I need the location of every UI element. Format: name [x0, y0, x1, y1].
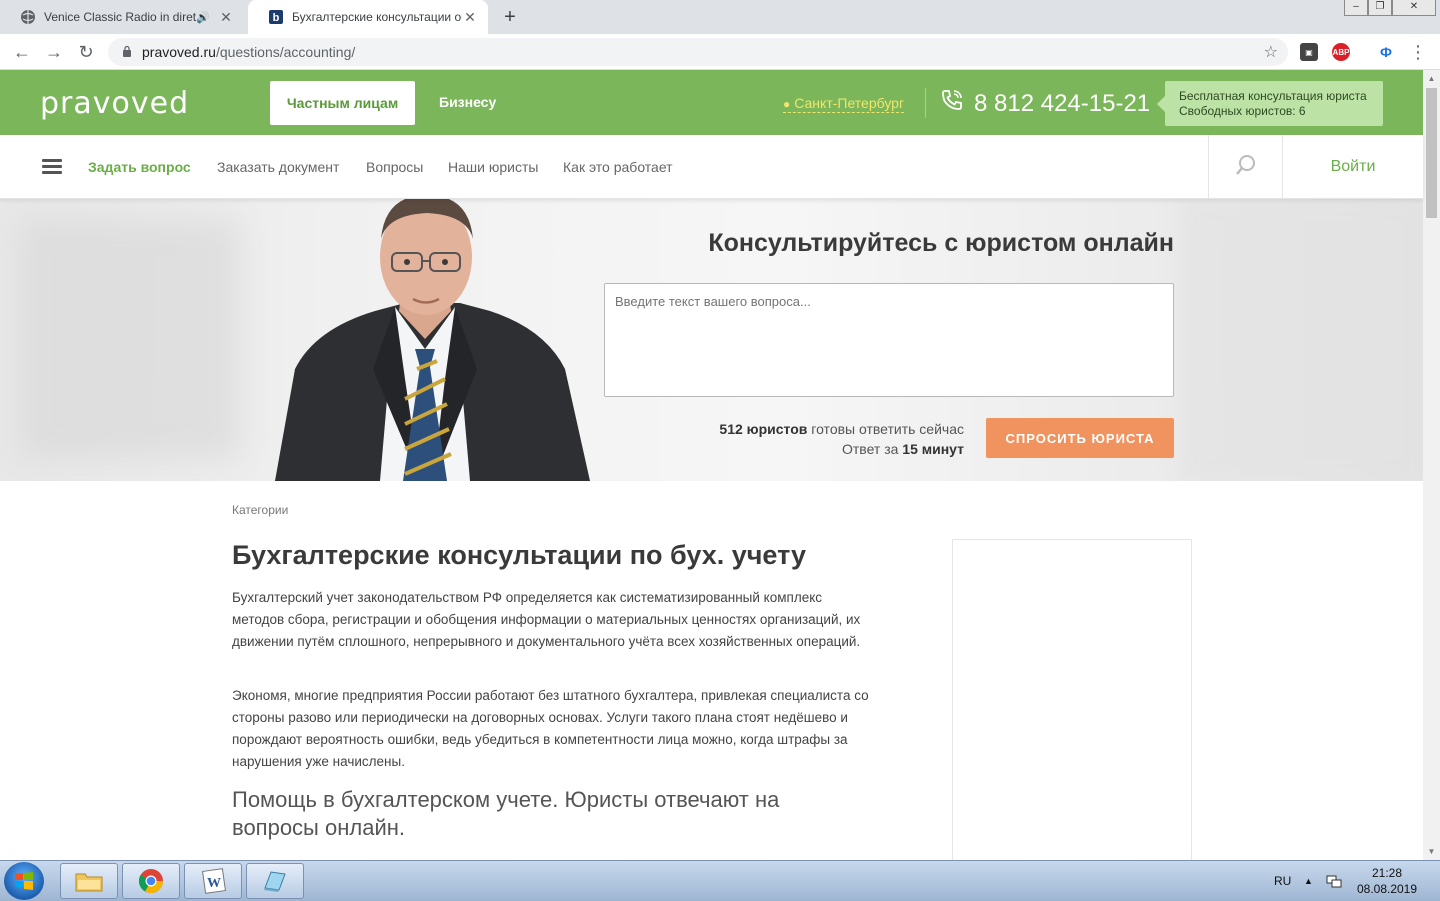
hamburger-menu-icon[interactable]: [42, 159, 62, 175]
lock-icon: [122, 45, 132, 60]
private-persons-button[interactable]: Частным лицам: [270, 81, 415, 125]
hero-background-blur: [20, 219, 240, 459]
close-tab-icon[interactable]: ✕: [462, 9, 478, 26]
answer-time: 15 минут: [902, 441, 964, 457]
header-divider: [925, 88, 926, 118]
notepad-taskbar-button[interactable]: [246, 863, 304, 899]
chrome-taskbar-button[interactable]: [122, 863, 180, 899]
word-icon: W: [202, 868, 226, 894]
hero-section: Консультируйтесь с юристом онлайн 512 юр…: [0, 199, 1423, 481]
start-button[interactable]: [4, 862, 44, 900]
search-icon: [1235, 154, 1257, 181]
browser-tabbar: Venice Classic Radio in diretta 🔊 ✕ b Бу…: [0, 0, 1440, 34]
lawyers-text: готовы ответить сейчас: [807, 421, 964, 437]
restore-icon[interactable]: ❐: [1368, 0, 1392, 16]
folder-icon: [75, 873, 103, 892]
nav-ask-question[interactable]: Задать вопрос: [88, 159, 191, 175]
nav-order-document[interactable]: Заказать документ: [217, 159, 339, 175]
translate-extension-icon[interactable]: Ф: [1377, 43, 1395, 61]
hero-info: 512 юристов готовы ответить сейчас Ответ…: [640, 419, 964, 459]
close-window-icon[interactable]: ✕: [1392, 0, 1436, 16]
close-tab-icon[interactable]: ✕: [218, 9, 234, 26]
clock-date: 08.08.2019: [1356, 882, 1418, 896]
city-selector[interactable]: ● Санкт-Петербург: [783, 95, 905, 113]
address-bar[interactable]: pravoved.ru/questions/accounting/ ☆: [108, 38, 1288, 66]
system-clock[interactable]: 21:28 08.08.2019: [1352, 865, 1422, 897]
explorer-taskbar-button[interactable]: [60, 863, 118, 899]
browser-toolbar: ← → ↻ pravoved.ru/questions/accounting/ …: [0, 34, 1440, 70]
login-button[interactable]: Войти: [1282, 135, 1423, 199]
city-name: Санкт-Петербург: [794, 95, 905, 111]
consult-line1: Бесплатная консультация юриста: [1179, 89, 1367, 103]
business-link[interactable]: Бизнесу: [439, 94, 496, 110]
new-tab-button[interactable]: +: [498, 5, 522, 29]
pravoved-logo[interactable]: pravoved: [40, 86, 189, 121]
menu-dots-icon[interactable]: ⋮: [1406, 40, 1430, 64]
scrollbar-thumb[interactable]: [1426, 88, 1437, 218]
tab-title: Venice Classic Radio in diretta: [44, 10, 197, 24]
back-arrow-icon[interactable]: ←: [10, 40, 34, 64]
pravoved-favicon-icon: b: [268, 9, 284, 25]
lawyer-photo: [275, 199, 590, 481]
adblock-icon[interactable]: ABP: [1332, 43, 1350, 61]
minimize-icon[interactable]: –: [1344, 0, 1368, 16]
svg-text:b: b: [273, 12, 280, 24]
nav-questions[interactable]: Вопросы: [366, 159, 423, 175]
reload-icon[interactable]: ↻: [74, 40, 98, 64]
page-scrollbar[interactable]: ▲ ▼: [1423, 70, 1440, 860]
phone-icon: [940, 88, 964, 119]
hero-title: Консультируйтесь с юристом онлайн: [708, 229, 1174, 257]
hero-background-blur: [1180, 199, 1423, 481]
tab-venice-radio[interactable]: Venice Classic Radio in diretta 🔊 ✕: [0, 0, 244, 34]
window-controls: – ❐ ✕: [1344, 0, 1436, 16]
scroll-up-icon[interactable]: ▲: [1423, 70, 1440, 87]
network-icon[interactable]: [1326, 861, 1342, 901]
url-host: pravoved.ru: [142, 44, 216, 60]
breadcrumb[interactable]: Категории: [232, 503, 288, 517]
globe-icon: [20, 9, 36, 25]
clock-time: 21:28: [1371, 866, 1403, 880]
sidebar-box: [952, 539, 1192, 869]
windows-logo-icon: [15, 872, 33, 890]
speaker-icon[interactable]: 🔊: [196, 11, 210, 24]
ask-lawyer-button[interactable]: СПРОСИТЬ ЮРИСТА: [986, 418, 1174, 458]
svg-text:W: W: [207, 876, 221, 891]
search-button[interactable]: [1208, 135, 1282, 199]
section-heading: Помощь в бухгалтерском учете. Юристы отв…: [232, 787, 780, 840]
consult-line2: Свободных юристов: 6: [1179, 104, 1306, 118]
second-paragraph: Экономя, многие предприятия России работ…: [232, 688, 869, 769]
site-header: pravoved Частным лицам Бизнесу ● Санкт-Пе…: [0, 70, 1423, 135]
phone-number[interactable]: 8 812 424-15-21: [940, 88, 1150, 119]
extension-icon[interactable]: ▣: [1300, 43, 1318, 61]
windows-taskbar: W RU ▲ 21:28 08.08.2019: [0, 860, 1440, 901]
bookmark-star-icon[interactable]: ☆: [1264, 42, 1278, 62]
word-taskbar-button[interactable]: W: [184, 863, 242, 899]
phone-text: 8 812 424-15-21: [974, 89, 1151, 117]
question-textarea[interactable]: [604, 283, 1174, 397]
page-title: Бухгалтерские консультации по бух. учету: [232, 540, 807, 570]
tab-accounting[interactable]: b Бухгалтерские консультации онлайн ✕: [248, 0, 488, 34]
tray-expand-icon[interactable]: ▲: [1304, 861, 1313, 901]
intro-paragraph: Бухгалтерский учет законодательством РФ …: [232, 590, 861, 649]
url-path: /questions/accounting/: [215, 44, 356, 60]
answer-prefix: Ответ за: [841, 441, 903, 457]
notepad-icon: [264, 871, 286, 892]
forward-arrow-icon[interactable]: →: [42, 40, 66, 64]
language-indicator[interactable]: RU: [1274, 861, 1291, 901]
nav-our-lawyers[interactable]: Наши юристы: [448, 159, 538, 175]
location-pin-icon: ●: [783, 97, 791, 111]
tab-title: Бухгалтерские консультации онлайн: [292, 10, 462, 24]
lawyers-count: 512 юристов: [719, 421, 808, 437]
chrome-icon: [138, 869, 163, 894]
scroll-down-icon[interactable]: ▼: [1423, 843, 1440, 860]
site-nav: Задать вопрос Заказать документ Вопросы …: [0, 135, 1423, 199]
free-consult-badge[interactable]: Бесплатная консультация юриста Свободных…: [1157, 81, 1383, 126]
nav-how-it-works[interactable]: Как это работает: [563, 159, 673, 175]
